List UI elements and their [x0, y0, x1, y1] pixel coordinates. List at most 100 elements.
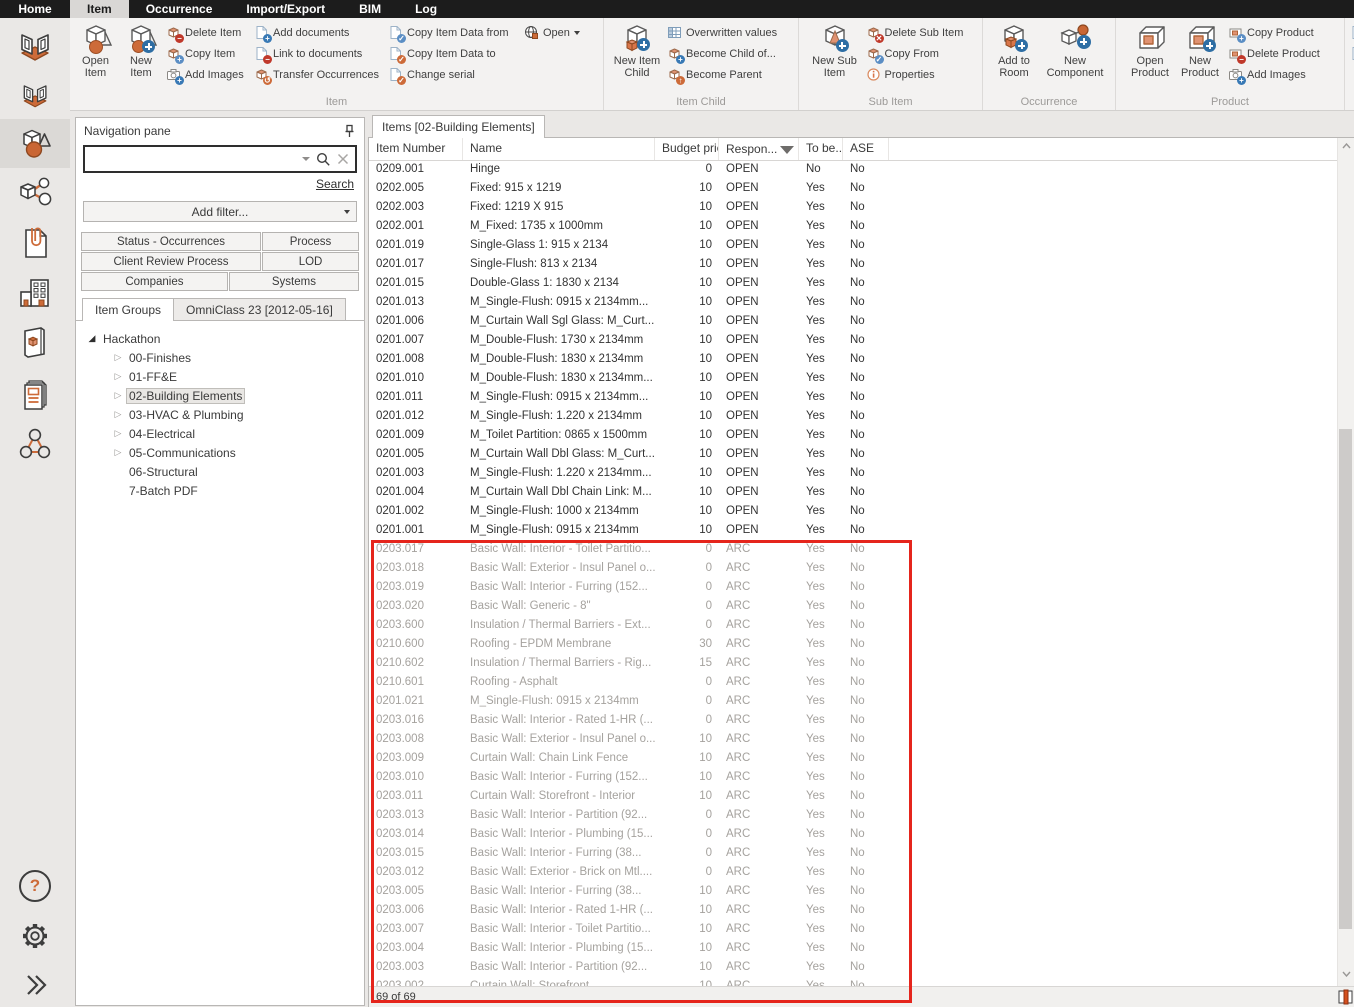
table-row[interactable]: 0203.019Basic Wall: Interior - Furring (… — [369, 578, 1338, 597]
table-row[interactable]: 0210.601Roofing - Asphalt0ARCYesNo — [369, 673, 1338, 692]
table-row[interactable]: 0203.014Basic Wall: Interior - Plumbing … — [369, 825, 1338, 844]
table-row[interactable]: 0210.600Roofing - EPDM Membrane30ARCYesN… — [369, 635, 1338, 654]
table-row[interactable]: 0203.006Basic Wall: Interior - Rated 1-H… — [369, 901, 1338, 920]
add-images-button[interactable]: + Add Images — [163, 64, 251, 85]
table-row[interactable]: 0203.600Insulation / Thermal Barriers - … — [369, 616, 1338, 635]
new-component-button[interactable]: New Component — [1040, 19, 1110, 79]
table-row[interactable]: 0203.011Curtain Wall: Storefront - Inter… — [369, 787, 1338, 806]
table-row[interactable]: 0201.007M_Double-Flush: 1730 x 2134mm10O… — [369, 331, 1338, 350]
settings-icon[interactable] — [0, 911, 70, 960]
table-row[interactable]: 0203.007Basic Wall: Interior - Toilet Pa… — [369, 920, 1338, 939]
new-sub-item-button[interactable]: New Sub Item — [807, 19, 863, 79]
table-row[interactable]: 0203.016Basic Wall: Interior - Rated 1-H… — [369, 711, 1338, 730]
table-row[interactable]: 0202.001M_Fixed: 1735 x 1000mm10OPENYesN… — [369, 217, 1338, 236]
open-product-button[interactable]: Open Product — [1125, 19, 1175, 79]
rooms-icon[interactable] — [0, 21, 70, 70]
rooms-alt-icon[interactable] — [0, 70, 70, 119]
table-row[interactable]: 0201.010M_Double-Flush: 1830 x 2134mm...… — [369, 369, 1338, 388]
table-row[interactable]: 0201.005M_Curtain Wall Dbl Glass: M_Curt… — [369, 445, 1338, 464]
search-icon[interactable] — [316, 152, 331, 167]
column-header-responsibility[interactable]: Respon... — [719, 138, 799, 160]
tree-item[interactable]: 7-Batch PDF — [84, 481, 364, 500]
filter-process-button[interactable]: Process — [262, 232, 359, 251]
tree-item[interactable]: ▷02-Building Elements — [84, 386, 364, 405]
copy-item-data-to-button[interactable]: ✓ Copy Item Data to — [385, 43, 595, 64]
table-row[interactable]: 0203.018Basic Wall: Exterior - Insul Pan… — [369, 559, 1338, 578]
table-row[interactable]: 0201.009M_Toilet Partition: 0865 x 1500m… — [369, 426, 1338, 445]
table-row[interactable]: 0201.015Double-Glass 1: 1830 x 213410OPE… — [369, 274, 1338, 293]
chevron-collapsed-icon[interactable]: ▷ — [110, 447, 126, 458]
filter-status-occurrences-button[interactable]: Status - Occurrences — [81, 232, 261, 251]
become-parent-button[interactable]: ↑ Become Parent — [664, 64, 792, 85]
tab-log[interactable]: Log — [398, 0, 454, 18]
table-row[interactable]: 0201.006M_Curtain Wall Sgl Glass: M_Curt… — [369, 312, 1338, 331]
systems-icon[interactable] — [0, 420, 70, 469]
table-row[interactable]: 0201.001M_Single-Flush: 0915 x 2134mm10O… — [369, 521, 1338, 540]
tree-item[interactable]: ▷05-Communications — [84, 443, 364, 462]
new-item-child-button[interactable]: New Item Child — [610, 19, 664, 79]
companies-icon[interactable] — [0, 268, 70, 317]
open-item-button[interactable]: Open Item — [72, 19, 119, 79]
chevron-collapsed-icon[interactable]: ▷ — [110, 352, 126, 363]
table-row[interactable]: 0201.021M_Single-Flush: 0915 x 2134mm0AR… — [369, 692, 1338, 711]
table-row[interactable]: 0201.004M_Curtain Wall Dbl Chain Link: M… — [369, 483, 1338, 502]
filter-client-review-process-button[interactable]: Client Review Process — [81, 252, 261, 271]
table-row[interactable]: 0209.001Hinge0OPENNoNo — [369, 160, 1338, 179]
products-icon[interactable] — [0, 318, 70, 367]
search-input[interactable] — [85, 152, 302, 166]
clear-search-icon[interactable] — [337, 153, 349, 165]
tree-item[interactable]: ▷00-Finishes — [84, 348, 364, 367]
delete-item-button[interactable]: − Delete Item — [163, 22, 251, 43]
table-row[interactable]: 0201.019Single-Glass 1: 915 x 213410OPEN… — [369, 236, 1338, 255]
chevron-collapsed-icon[interactable]: ▷ — [110, 390, 126, 401]
table-row[interactable]: 0201.002M_Single-Flush: 1000 x 2134mm10O… — [369, 502, 1338, 521]
delete-product-button[interactable]: − Delete Product — [1225, 43, 1335, 64]
tree-item[interactable]: ▷01-FF&E — [84, 367, 364, 386]
help-icon[interactable]: ? — [0, 861, 70, 910]
clipped-add-documents-button[interactable]: + Ad — [1347, 22, 1354, 43]
table-row[interactable]: 0203.017Basic Wall: Interior - Toilet Pa… — [369, 540, 1338, 559]
copy-product-button[interactable]: + Copy Product — [1225, 22, 1335, 43]
table-row[interactable]: 0201.003M_Single-Flush: 1.220 x 2134mm..… — [369, 464, 1338, 483]
table-row[interactable]: 0210.602Insulation / Thermal Barriers - … — [369, 654, 1338, 673]
tree-item[interactable]: ▷03-HVAC & Plumbing — [84, 405, 364, 424]
delete-sub-item-button[interactable]: ✕ Delete Sub Item — [863, 22, 975, 43]
table-row[interactable]: 0201.013M_Single-Flush: 0915 x 2134mm...… — [369, 293, 1338, 312]
table-row[interactable]: 0203.009Curtain Wall: Chain Link Fence10… — [369, 749, 1338, 768]
tab-home[interactable]: Home — [0, 0, 70, 18]
transfer-occurrences-button[interactable]: ↺ Transfer Occurrences — [251, 64, 385, 85]
tree-root[interactable]: ◢ Hackathon — [84, 329, 364, 348]
table-row[interactable]: 0201.011M_Single-Flush: 0915 x 2134mm...… — [369, 388, 1338, 407]
tab-omniclass[interactable]: OmniClass 23 [2012-05-16] — [173, 298, 346, 320]
add-filter-dropdown[interactable]: Add filter... — [83, 201, 357, 222]
open-menu-button[interactable]: Open — [521, 22, 583, 43]
become-child-of-button[interactable]: + Become Child of... — [664, 43, 792, 64]
copy-item-button[interactable]: + Copy Item — [163, 43, 251, 64]
column-header-item-number[interactable]: Item Number — [369, 138, 463, 160]
expand-icon[interactable] — [0, 960, 70, 1007]
add-documents-button[interactable]: + Add documents — [251, 22, 385, 43]
table-row[interactable]: 0203.003Basic Wall: Interior - Partition… — [369, 958, 1338, 977]
properties-button[interactable]: Properties — [863, 64, 975, 85]
table-row[interactable]: 0203.013Basic Wall: Interior - Partition… — [369, 806, 1338, 825]
table-row[interactable]: 0201.008M_Double-Flush: 1830 x 2134mm10O… — [369, 350, 1338, 369]
new-item-button[interactable]: New Item — [119, 19, 163, 79]
link-to-documents-button[interactable]: − Link to documents — [251, 43, 385, 64]
items-document-tab[interactable]: Items [02-Building Elements] — [372, 115, 545, 138]
table-row[interactable]: 0201.012M_Single-Flush: 1.220 x 2134mm10… — [369, 407, 1338, 426]
scroll-down-icon[interactable] — [1338, 966, 1354, 982]
copy-item-data-from-button[interactable]: ✓ Copy Item Data from — [385, 22, 521, 43]
column-header-ase[interactable]: ASE — [843, 138, 889, 160]
chevron-collapsed-icon[interactable]: ▷ — [110, 409, 126, 420]
items-icon[interactable] — [0, 119, 70, 168]
tree-item[interactable]: 06-Structural — [84, 462, 364, 481]
table-row[interactable]: 0203.020Basic Wall: Generic - 8"0ARCYesN… — [369, 597, 1338, 616]
table-row[interactable]: 0203.005Basic Wall: Interior - Furring (… — [369, 882, 1338, 901]
add-images-product-button[interactable]: + Add Images — [1225, 64, 1335, 85]
table-row[interactable]: 0203.008Basic Wall: Exterior - Insul Pan… — [369, 730, 1338, 749]
column-header-name[interactable]: Name — [463, 138, 655, 160]
copy-from-button[interactable]: ✓ Copy From — [863, 43, 975, 64]
attachments-icon[interactable] — [0, 218, 70, 267]
tab-item-groups[interactable]: Item Groups — [82, 298, 174, 321]
new-product-button[interactable]: New Product — [1175, 19, 1225, 79]
